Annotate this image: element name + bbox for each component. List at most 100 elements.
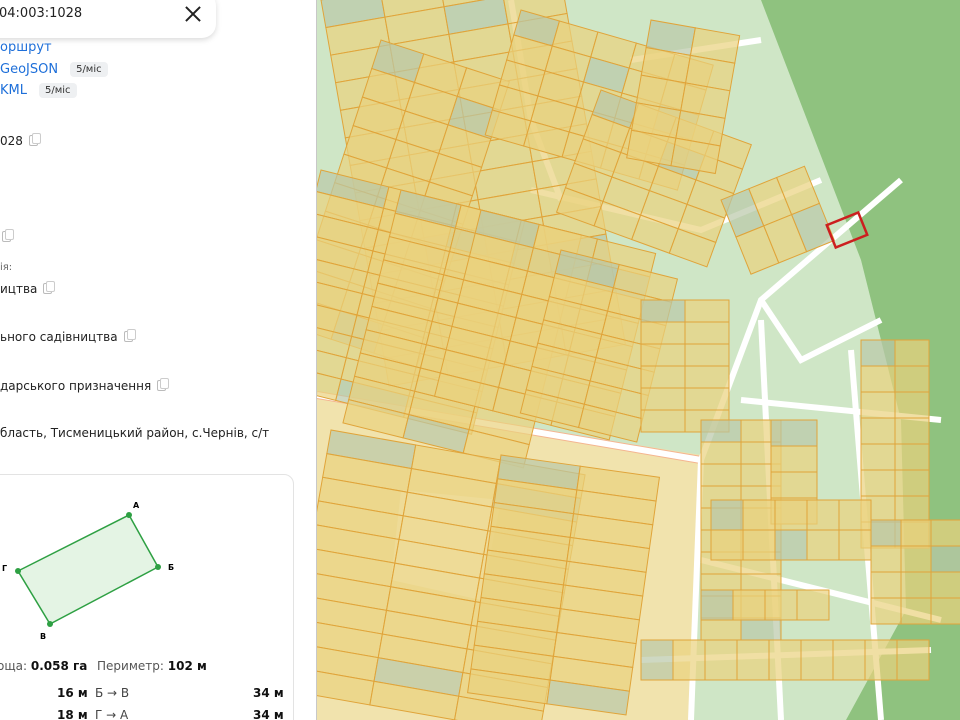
copy-icon[interactable] xyxy=(123,329,136,342)
parcel[interactable] xyxy=(896,639,930,681)
parcel[interactable] xyxy=(930,597,960,625)
parcel[interactable] xyxy=(894,391,930,419)
parcel[interactable] xyxy=(710,499,744,531)
parcel[interactable] xyxy=(806,529,840,561)
vertex-b xyxy=(155,564,161,570)
parcel[interactable] xyxy=(740,617,782,641)
cadastral-map[interactable] xyxy=(316,0,960,720)
parcel[interactable] xyxy=(894,495,930,523)
parcel[interactable] xyxy=(838,529,872,561)
parcel[interactable] xyxy=(870,597,902,625)
parcel[interactable] xyxy=(930,571,960,599)
parcel[interactable] xyxy=(700,441,742,465)
parcel-shape-polygon xyxy=(16,514,160,625)
parcel[interactable] xyxy=(704,639,738,681)
parcel[interactable] xyxy=(860,391,896,419)
category-label: ія: xyxy=(0,262,13,273)
parcel[interactable] xyxy=(832,639,866,681)
kml-link[interactable]: KML xyxy=(0,83,27,98)
parcel[interactable] xyxy=(894,417,930,445)
search-bar[interactable]: 04:003:1028 xyxy=(0,0,216,38)
parcel[interactable] xyxy=(764,589,798,621)
parcel[interactable] xyxy=(770,471,818,499)
parcel[interactable] xyxy=(640,365,686,389)
parcel[interactable] xyxy=(864,639,898,681)
purpose-value: ьного садівництва xyxy=(0,329,136,344)
vertex-a-label: А xyxy=(133,501,140,510)
parcel[interactable] xyxy=(770,445,818,473)
parcel[interactable] xyxy=(640,299,686,323)
segment-left-value: 16 м xyxy=(57,686,88,700)
parcel[interactable] xyxy=(700,589,734,621)
parcel[interactable] xyxy=(742,499,776,531)
parcel[interactable] xyxy=(684,343,730,367)
vertex-g xyxy=(15,568,21,574)
vertex-v-label: В xyxy=(40,632,46,641)
parcel[interactable] xyxy=(870,519,902,547)
parcel[interactable] xyxy=(774,499,808,531)
segment-right-value: 34 м xyxy=(253,708,284,720)
parcel[interactable] xyxy=(640,409,686,433)
parcel[interactable] xyxy=(700,463,742,487)
parcel[interactable] xyxy=(640,639,674,681)
route-row[interactable]: оршрут xyxy=(0,40,52,55)
parcel[interactable] xyxy=(640,387,686,411)
copy-icon[interactable] xyxy=(28,133,41,146)
parcel[interactable] xyxy=(860,469,896,497)
parcel[interactable] xyxy=(742,529,776,561)
map-canvas[interactable] xyxy=(317,0,960,720)
parcel[interactable] xyxy=(860,417,896,445)
parcel[interactable] xyxy=(768,639,802,681)
parcel[interactable] xyxy=(900,545,932,573)
parcel[interactable] xyxy=(870,545,902,573)
parcel[interactable] xyxy=(870,571,902,599)
copy-icon[interactable] xyxy=(2,229,14,242)
vertex-a xyxy=(126,512,132,518)
parcel[interactable] xyxy=(736,639,770,681)
parcel[interactable] xyxy=(900,597,932,625)
kml-row[interactable]: KML 5/міс xyxy=(0,83,77,98)
ownership-value: дарського призначення xyxy=(0,378,170,393)
parcel[interactable] xyxy=(710,529,744,561)
close-icon[interactable] xyxy=(183,4,203,24)
parcel[interactable] xyxy=(930,545,960,573)
parcel[interactable] xyxy=(672,639,706,681)
parcel[interactable] xyxy=(732,589,766,621)
parcel[interactable] xyxy=(684,387,730,411)
parcel-shape-diagram: А Б В Г xyxy=(2,501,174,641)
search-query[interactable]: 04:003:1028 xyxy=(0,6,82,21)
copy-icon[interactable] xyxy=(43,281,56,294)
parcel[interactable] xyxy=(640,343,686,367)
vertex-g-label: Г xyxy=(2,564,7,573)
parcel[interactable] xyxy=(900,571,932,599)
parcel[interactable] xyxy=(774,529,808,561)
parcel[interactable] xyxy=(860,365,896,393)
parcel[interactable] xyxy=(684,365,730,389)
parcel-shape-card: А Б В Г ощa: 0.058 га Периметр: 102 м 16… xyxy=(0,474,294,720)
copy-icon[interactable] xyxy=(157,378,170,391)
parcel[interactable] xyxy=(700,419,742,443)
parcel[interactable] xyxy=(894,443,930,471)
parcel[interactable] xyxy=(806,499,840,531)
parcel[interactable] xyxy=(684,321,730,345)
route-link[interactable]: оршрут xyxy=(0,40,52,55)
parcel[interactable] xyxy=(770,419,818,447)
geojson-link[interactable]: GeoJSON xyxy=(0,62,58,77)
parcel[interactable] xyxy=(860,443,896,471)
geojson-row[interactable]: GeoJSON 5/міс xyxy=(0,62,108,77)
parcel[interactable] xyxy=(894,339,930,367)
parcel[interactable] xyxy=(860,339,896,367)
segment-name: Г → А xyxy=(95,708,129,720)
parcel[interactable] xyxy=(684,299,730,323)
parcel[interactable] xyxy=(894,365,930,393)
parcel[interactable] xyxy=(796,589,830,621)
segment-left-value: 18 м xyxy=(57,708,88,720)
parcel[interactable] xyxy=(894,469,930,497)
parcel[interactable] xyxy=(640,321,686,345)
parcel[interactable] xyxy=(838,499,872,531)
cadastral-number: 028 xyxy=(0,133,41,148)
parcel[interactable] xyxy=(800,639,834,681)
parcel[interactable] xyxy=(930,519,960,547)
parcel[interactable] xyxy=(900,519,932,547)
parcel[interactable] xyxy=(700,617,742,641)
